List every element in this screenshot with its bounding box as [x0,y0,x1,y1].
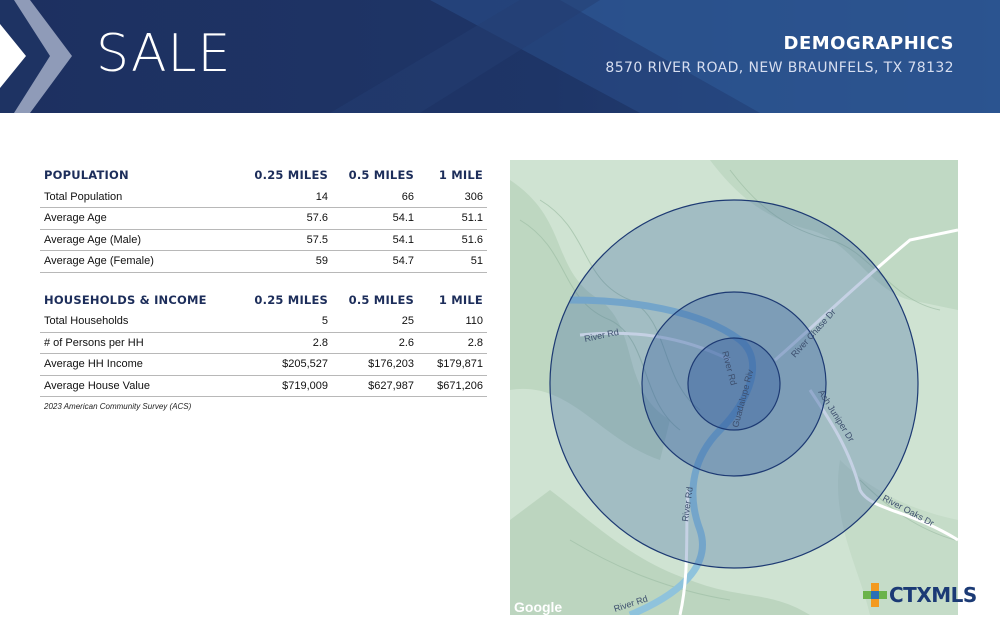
map-attribution: Google [514,599,562,615]
table-header-row: HOUSEHOLDS & INCOME 0.25 MILES 0.5 MILES… [40,289,487,311]
column-header: 1 MILE [438,292,483,307]
ctxmls-logo: CTXMLS [862,582,982,612]
column-header: 0.5 MILES [348,168,414,182]
table-cell: $205,527 [248,353,332,376]
ctxmls-logo-text: CTXMLS [889,583,977,607]
table-cell: $671,206 [418,375,487,397]
table-cell: $627,987 [332,375,418,397]
row-label: Average Age (Male) [40,229,248,251]
column-header: HOUSEHOLDS & INCOME [44,292,207,307]
table-cell: 51.6 [418,229,487,251]
table-row: Average Age (Male) 57.5 54.1 51.6 [40,229,487,251]
households-income-table: HOUSEHOLDS & INCOME 0.25 MILES 0.5 MILES… [40,289,487,398]
section-title: DEMOGRAPHICS [783,33,954,54]
table-row: Average Age 57.6 54.1 51.1 [40,207,487,230]
cross-logo-icon [863,583,887,607]
table-cell: 66 [332,186,418,208]
table-cell: 2.8 [418,332,487,354]
table-cell: 51 [418,250,487,273]
table-row: Average House Value $719,009 $627,987 $6… [40,375,487,397]
radius-map: River Rd River Rd Guadalupe Riv River Ch… [510,160,958,615]
row-label: # of Persons per HH [40,332,248,354]
table-cell: 57.5 [248,229,332,251]
table-cell: $176,203 [332,353,418,376]
table-row: # of Persons per HH 2.8 2.6 2.8 [40,332,487,354]
table-row: Average HH Income $205,527 $176,203 $179… [40,353,487,376]
table-cell: 306 [418,186,487,208]
row-label: Total Population [40,186,248,208]
table-cell: 59 [248,250,332,273]
table-cell: 110 [418,310,487,333]
table-cell: 54.1 [332,229,418,251]
demographics-tables: POPULATION 0.25 MILES 0.5 MILES 1 MILE T… [40,164,487,411]
table-cell: 5 [248,310,332,333]
column-header: POPULATION [44,168,129,182]
table-cell: 14 [248,186,332,208]
source-note: 2023 American Community Survey (ACS) [44,402,192,411]
table-cell: 2.6 [332,332,418,354]
table-cell: $179,871 [418,353,487,376]
column-header: 0.25 MILES [254,168,328,182]
table-cell: 54.1 [332,207,418,230]
row-label: Average HH Income [40,353,248,376]
row-label: Total Households [40,310,248,333]
population-table: POPULATION 0.25 MILES 0.5 MILES 1 MILE T… [40,164,487,273]
row-label: Average House Value [40,375,248,397]
page-title: SALE [96,24,232,84]
map-canvas: River Rd River Rd Guadalupe Riv River Ch… [510,160,958,615]
table-cell: $719,009 [248,375,332,397]
table-cell: 57.6 [248,207,332,230]
header-banner: SALE DEMOGRAPHICS 8570 RIVER ROAD, NEW B… [0,0,1000,113]
column-header: 0.5 MILES [348,292,414,307]
table-cell: 25 [332,310,418,333]
row-label: Average Age [40,207,248,230]
table-header-row: POPULATION 0.25 MILES 0.5 MILES 1 MILE [40,164,487,186]
table-row: Total Population 14 66 306 [40,186,487,208]
table-row: Total Households 5 25 110 [40,310,487,333]
table-spacer [40,273,487,289]
row-label: Average Age (Female) [40,250,248,273]
table-cell: 54.7 [332,250,418,273]
property-address: 8570 RIVER ROAD, NEW BRAUNFELS, TX 78132 [605,60,954,76]
table-cell: 2.8 [248,332,332,354]
table-row: Average Age (Female) 59 54.7 51 [40,250,487,273]
table-cell: 51.1 [418,207,487,230]
column-header: 0.25 MILES [254,292,328,307]
column-header: 1 MILE [438,168,483,182]
